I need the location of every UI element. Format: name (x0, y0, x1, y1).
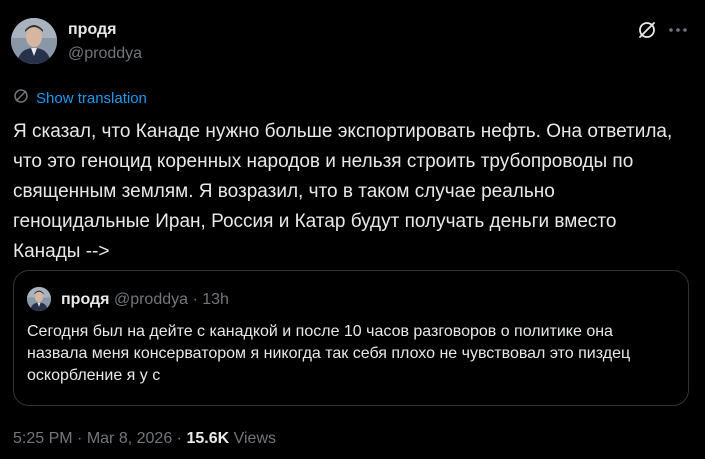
quoted-time: 13h (202, 291, 229, 308)
quoted-post[interactable]: продя @proddya · 13h Сегодня был на дейт… (13, 270, 689, 406)
quoted-separator: · (192, 291, 198, 308)
quoted-handle: @proddya (113, 291, 189, 308)
meta-separator-2: · (176, 430, 182, 447)
post-meta: 5:25 PM · Mar 8, 2026 · 15.6K Views (13, 430, 276, 448)
show-translation-label[interactable]: Show translation (36, 90, 147, 107)
more-dots-icon[interactable] (666, 20, 690, 40)
show-translation-button[interactable]: Show translation (13, 88, 147, 109)
quoted-text: Сегодня был на дейте с канадкой и после … (27, 323, 631, 384)
grok-slash-icon[interactable] (637, 20, 657, 40)
avatar[interactable] (11, 18, 57, 64)
post-text: Я сказал, что Канаде нужно больше экспор… (13, 121, 673, 262)
views-label: Views (233, 430, 276, 447)
views-count: 15.6K (186, 430, 230, 447)
author-display-name[interactable]: продя (68, 21, 117, 39)
post-date[interactable]: Mar 8, 2026 (87, 430, 172, 447)
meta-separator: · (77, 430, 83, 447)
author-handle[interactable]: @proddya (68, 45, 142, 63)
translate-icon (13, 88, 29, 109)
quoted-header: продя @proddya · 13h (61, 291, 229, 309)
quoted-avatar[interactable] (27, 287, 51, 311)
post-time[interactable]: 5:25 PM (13, 430, 73, 447)
quoted-display-name: продя (61, 291, 110, 308)
